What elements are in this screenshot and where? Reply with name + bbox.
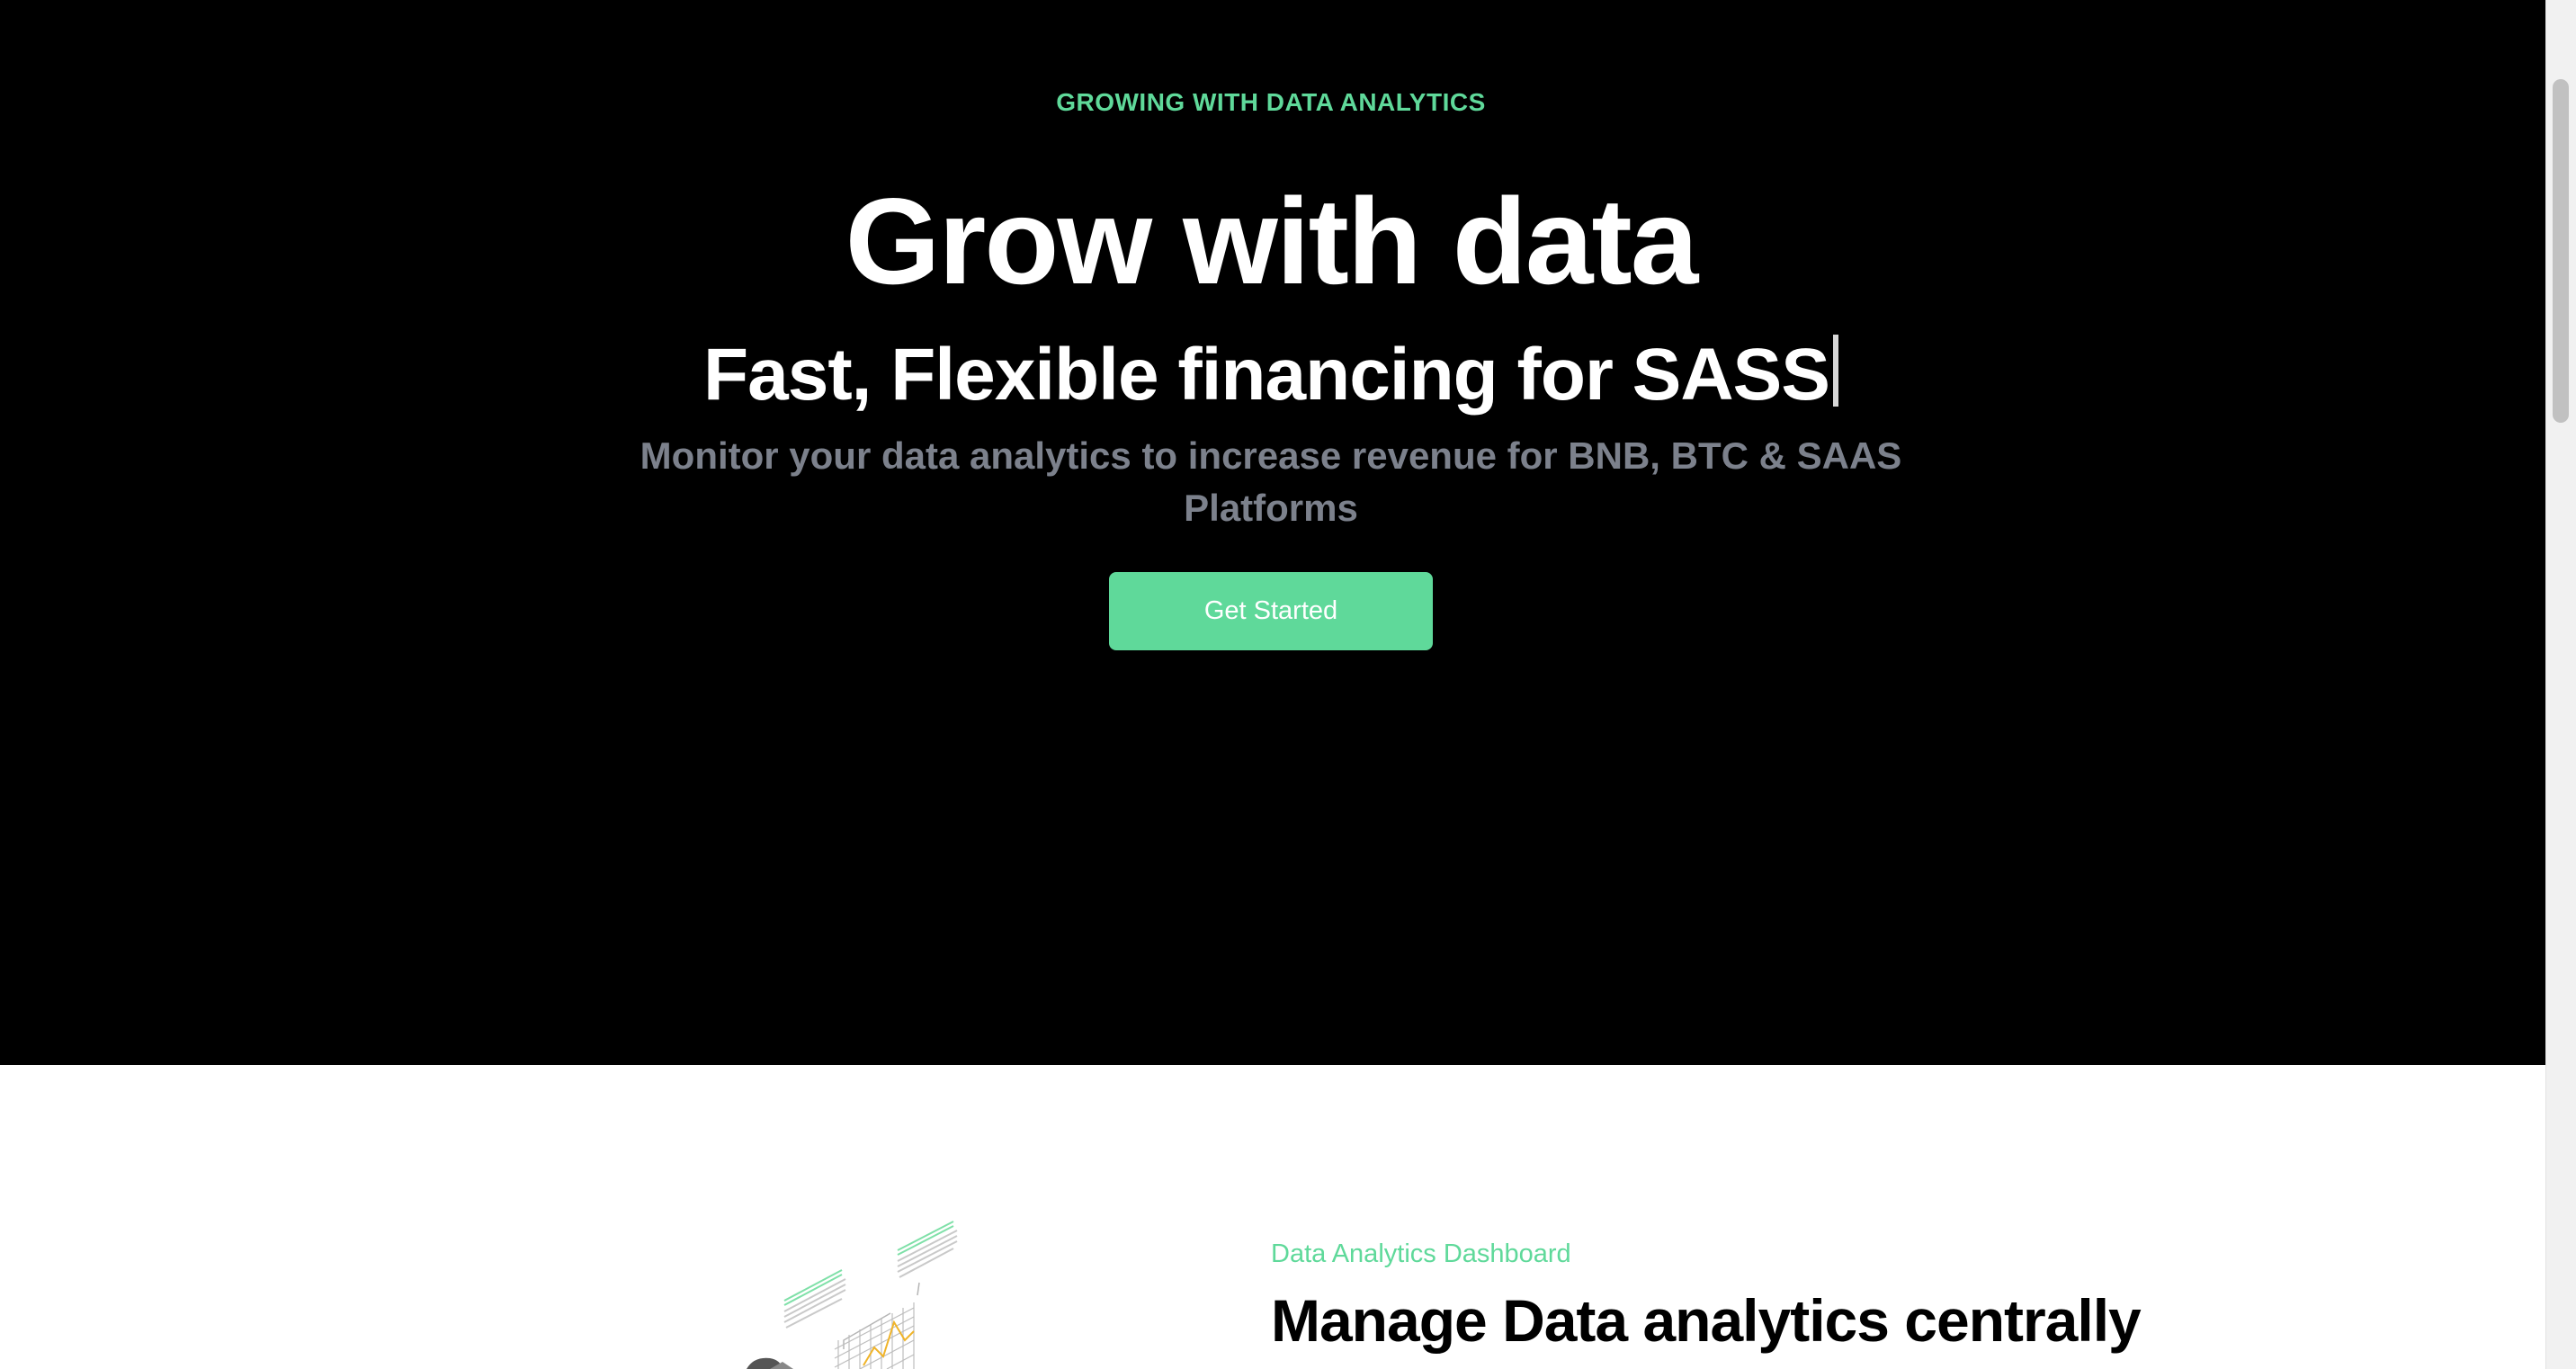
isometric-analytics-illustration-icon bbox=[747, 1221, 958, 1369]
panel-left bbox=[783, 1269, 846, 1329]
hero-section: GROWING WITH DATA ANALYTICS Grow with da… bbox=[0, 0, 2545, 1065]
scrollbar-thumb[interactable] bbox=[2553, 79, 2569, 423]
panel-top-right bbox=[897, 1221, 958, 1278]
feature-section: Data Analytics Dashboard Manage Data ana… bbox=[0, 1065, 2545, 1369]
get-started-button[interactable]: Get Started bbox=[1109, 572, 1433, 650]
hero-typed-text: Fast, Flexible financing for SASS bbox=[703, 334, 1830, 416]
page-scrollbar[interactable] bbox=[2545, 0, 2576, 1369]
analytics-illustration bbox=[684, 1205, 971, 1369]
feature-kicker: Data Analytics Dashboard bbox=[1271, 1239, 1571, 1268]
hero-typed-line: Fast, Flexible financing for SASS bbox=[0, 326, 2542, 425]
feature-title: Manage Data analytics centrally bbox=[1271, 1287, 2142, 1354]
page: GROWING WITH DATA ANALYTICS Grow with da… bbox=[0, 0, 2576, 1369]
hero-eyebrow: GROWING WITH DATA ANALYTICS bbox=[1056, 88, 1486, 116]
typing-cursor bbox=[1832, 335, 1838, 407]
hero-subtitle: Monitor your data analytics to increase … bbox=[640, 434, 1902, 529]
page-content: GROWING WITH DATA ANALYTICS Grow with da… bbox=[0, 0, 2545, 1369]
hero-title: Grow with data bbox=[845, 173, 1699, 309]
